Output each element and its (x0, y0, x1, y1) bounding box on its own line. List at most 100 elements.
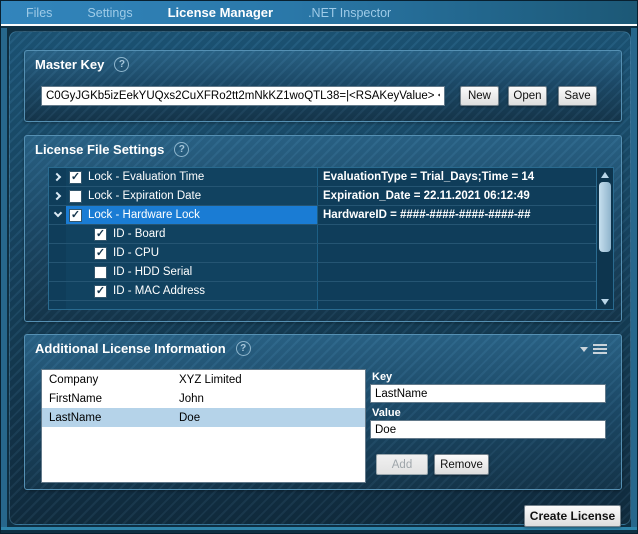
tree-rows: ✓ Lock - Evaluation Time EvaluationType … (49, 168, 596, 309)
list-item[interactable]: Company XYZ Limited (42, 370, 365, 389)
chevron-down-icon[interactable] (53, 209, 61, 217)
expander-gutter (49, 301, 66, 309)
tree-row[interactable]: ✓ ID - HDD Serial (49, 263, 596, 282)
check-icon: ✓ (71, 210, 80, 221)
tree-row-label: ID - HDD Serial (113, 266, 192, 278)
expander-gutter (49, 168, 66, 186)
expander-gutter (49, 282, 66, 300)
master-key-header: Master Key ? (35, 57, 129, 72)
scroll-down-icon[interactable] (601, 299, 609, 305)
master-key-title: Master Key (35, 57, 104, 72)
key-input[interactable] (370, 384, 606, 403)
tree-row[interactable]: ✓ ID - CPU (49, 244, 596, 263)
remove-button[interactable]: Remove (434, 454, 489, 475)
tree-cell-value: EvaluationType = Trial_Days;Time = 14 (317, 168, 596, 186)
checkbox[interactable]: ✓ (69, 171, 82, 184)
tab-settings[interactable]: Settings (87, 6, 132, 20)
expander-gutter (49, 225, 66, 243)
tree-cell-label (66, 301, 317, 309)
tree-cell-value: Expiration_Date = 22.11.2021 06:12:49 (317, 187, 596, 205)
help-icon[interactable]: ? (236, 341, 251, 356)
scrollbar-thumb[interactable] (599, 182, 611, 252)
panel-corner-controls (580, 344, 607, 354)
value-input[interactable] (370, 420, 606, 439)
license-manager-page: Master Key ? New Open Save License File … (9, 31, 631, 525)
checkbox[interactable]: ✓ (94, 285, 107, 298)
checkbox[interactable]: ✓ (69, 190, 82, 203)
tab-net-inspector[interactable]: .NET Inspector (308, 6, 391, 20)
checkbox[interactable]: ✓ (94, 266, 107, 279)
window-frame-bottom (1, 527, 637, 530)
key-field-label: Key (372, 371, 392, 383)
checkbox[interactable]: ✓ (94, 228, 107, 241)
check-icon: ✓ (96, 248, 105, 259)
check-icon: ✓ (96, 286, 105, 297)
tree-cell-label: ✓ ID - CPU (66, 244, 317, 262)
list-item-key: LastName (42, 412, 179, 424)
menu-icon[interactable] (593, 344, 607, 354)
tree-cell-label: ✓ Lock - Expiration Date (66, 187, 317, 205)
tree-row-label: Lock - Evaluation Time (88, 171, 204, 183)
tree-row-label: ID - MAC Address (113, 285, 205, 297)
tree-row[interactable]: ✓ ID - MAC Address (49, 282, 596, 301)
license-file-settings-header: License File Settings ? (35, 142, 189, 157)
tree-row[interactable]: ✓ Lock - Hardware Lock HardwareID = ####… (49, 206, 596, 225)
vertical-scrollbar[interactable] (596, 168, 613, 309)
tree-cell-label: ✓ ID - Board (66, 225, 317, 243)
list-item-key: Company (42, 374, 179, 386)
tab-underline (1, 24, 637, 26)
window-frame-left (1, 28, 7, 529)
license-file-settings-title: License File Settings (35, 142, 164, 157)
list-item-value: Doe (179, 412, 365, 424)
expander-gutter (49, 187, 66, 205)
check-icon: ✓ (96, 229, 105, 240)
add-button[interactable]: Add (376, 454, 428, 475)
additional-license-info-panel: Additional License Information ? Company… (24, 334, 622, 490)
tree-row-label: Lock - Expiration Date (88, 190, 201, 202)
list-item-value: John (179, 393, 365, 405)
tree-row[interactable]: ✓ Lock - Expiration Date Expiration_Date… (49, 187, 596, 206)
master-key-panel: Master Key ? New Open Save (24, 50, 622, 122)
save-button[interactable]: Save (558, 86, 597, 106)
window-frame-right (631, 28, 637, 529)
list-item-key: FirstName (42, 393, 179, 405)
license-info-list: Company XYZ Limited FirstName John LastN… (41, 369, 366, 483)
tree-cell-label: ✓ Lock - Hardware Lock (66, 206, 317, 224)
chevron-right-icon[interactable] (52, 173, 60, 181)
tab-files[interactable]: Files (26, 6, 52, 20)
tree-cell-value (317, 282, 596, 300)
tree-row (49, 301, 596, 309)
create-license-button[interactable]: Create License (524, 505, 621, 527)
help-icon[interactable]: ? (114, 57, 129, 72)
tree-cell-label: ✓ ID - MAC Address (66, 282, 317, 300)
new-button[interactable]: New (460, 86, 499, 106)
checkbox[interactable]: ✓ (94, 247, 107, 260)
list-item[interactable]: FirstName John (42, 389, 365, 408)
scroll-up-icon[interactable] (601, 172, 609, 178)
tree-row-label: ID - CPU (113, 247, 159, 259)
tree-row-value: HardwareID = ####-####-####-####-## (323, 209, 530, 221)
tree-cell-label: ✓ ID - HDD Serial (66, 263, 317, 281)
expander-gutter (49, 206, 66, 224)
tree-cell-label: ✓ Lock - Evaluation Time (66, 168, 317, 186)
master-key-input[interactable] (41, 86, 445, 106)
additional-info-title: Additional License Information (35, 341, 226, 356)
help-icon[interactable]: ? (174, 142, 189, 157)
tree-cell-value (317, 225, 596, 243)
expander-gutter (49, 244, 66, 262)
tab-license-manager[interactable]: License Manager (168, 5, 274, 20)
tree-cell-value (317, 301, 596, 309)
open-button[interactable]: Open (508, 86, 547, 106)
tree-row-value: Expiration_Date = 22.11.2021 06:12:49 (323, 190, 530, 202)
list-item[interactable]: LastName Doe (42, 408, 365, 427)
license-file-settings-panel: License File Settings ? ✓ Lock - Evaluat… (24, 135, 622, 322)
tree-row[interactable]: ✓ ID - Board (49, 225, 596, 244)
dropdown-arrow-icon[interactable] (580, 347, 588, 352)
license-settings-tree: ✓ Lock - Evaluation Time EvaluationType … (48, 167, 614, 310)
checkbox[interactable]: ✓ (69, 209, 82, 222)
tree-cell-value (317, 244, 596, 262)
expander-gutter (49, 263, 66, 281)
value-field-label: Value (372, 407, 401, 419)
chevron-right-icon[interactable] (52, 192, 60, 200)
tree-row[interactable]: ✓ Lock - Evaluation Time EvaluationType … (49, 168, 596, 187)
